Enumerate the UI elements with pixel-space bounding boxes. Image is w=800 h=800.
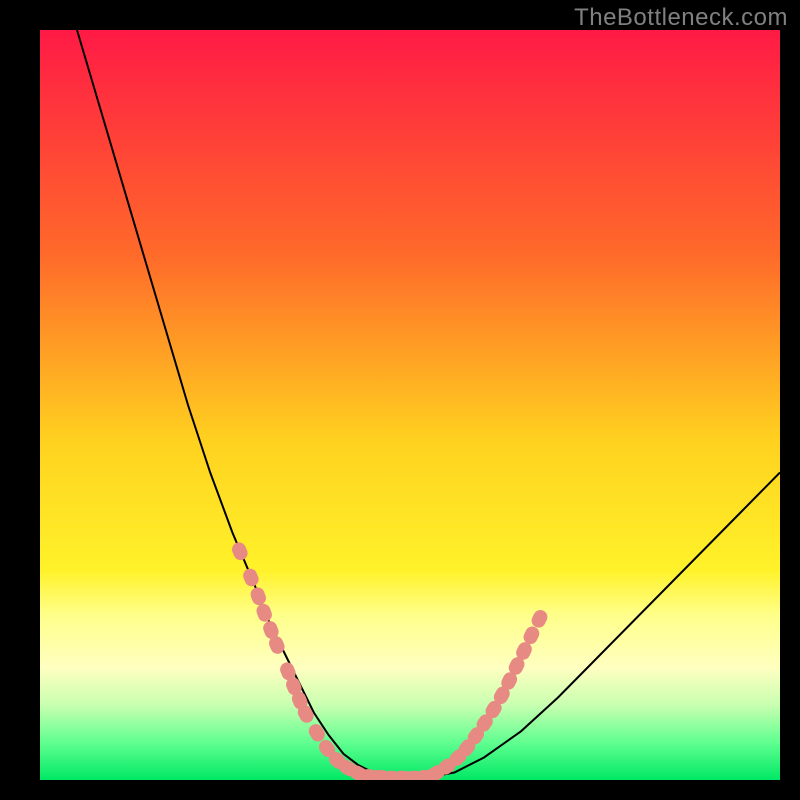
bottleneck-chart (0, 0, 800, 800)
gradient-background (40, 30, 780, 780)
chart-frame: TheBottleneck.com (0, 0, 800, 800)
